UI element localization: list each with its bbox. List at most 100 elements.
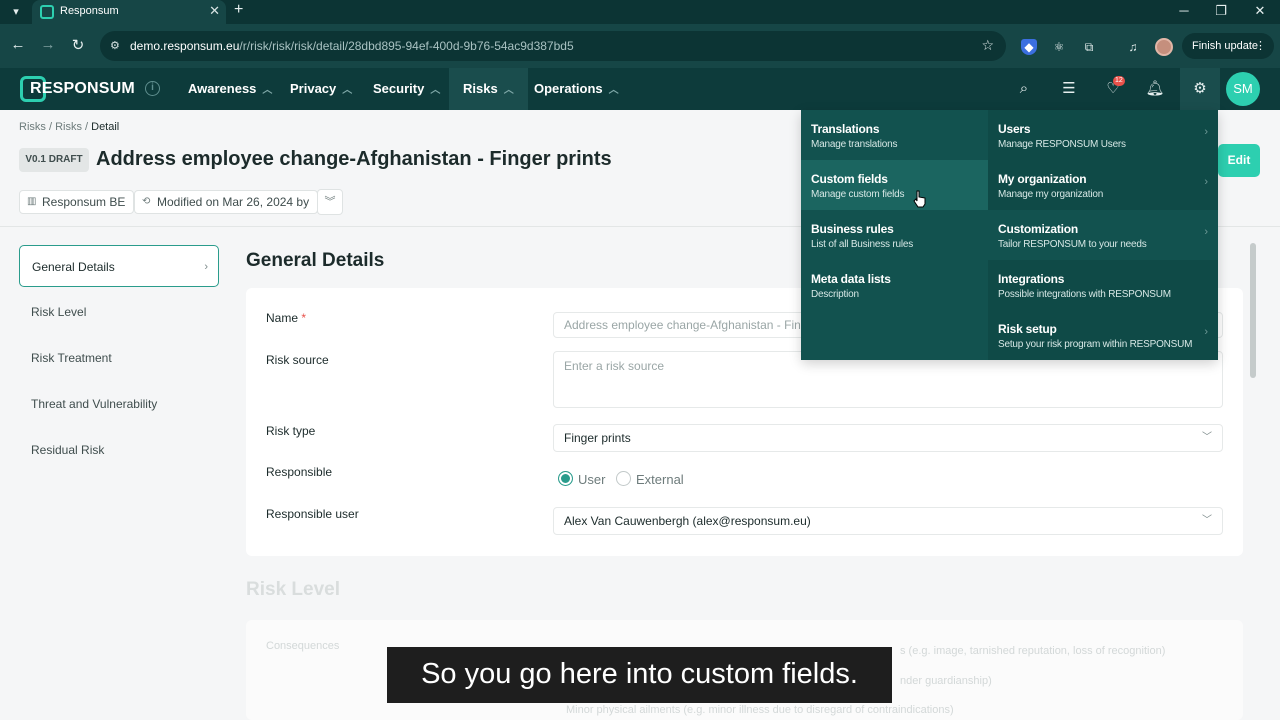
chevron-up-icon: ︿ [608, 85, 619, 96]
risk-source-label: Risk source [266, 353, 329, 367]
chevron-right-icon: › [1204, 176, 1208, 188]
chevron-right-icon: › [1204, 126, 1208, 138]
back-icon[interactable]: ← [8, 36, 28, 53]
tab-close-icon[interactable]: ✕ [209, 3, 220, 19]
app-header: RESPONSUM i Awareness ︿ Privacy ︿ Security… [0, 68, 1280, 110]
page-scrollbar[interactable] [1250, 243, 1256, 378]
menu-item-meta-data-lists[interactable]: Meta data lists Description [801, 260, 988, 310]
info-icon[interactable]: i [145, 81, 160, 96]
consequences-label: Consequences [266, 640, 340, 652]
bookmark-star-icon[interactable]: ☆ [981, 37, 994, 54]
sidebar-item-threat-vulnerability[interactable]: Threat and Vulnerability [19, 383, 219, 425]
menu-risks[interactable]: Risks ︿ [449, 68, 528, 110]
modified-chip: ⟲ Modified on Mar 26, 2024 by [134, 190, 319, 214]
breadcrumb-risks-2[interactable]: Risks [55, 121, 82, 133]
owner-chip[interactable]: ▥ Responsum BE [19, 190, 135, 214]
react-extension-icon[interactable]: ⚛ [1051, 39, 1067, 55]
bitwarden-extension-icon[interactable]: ◆ [1021, 39, 1037, 55]
sidebar-item-risk-level[interactable]: Risk Level [19, 291, 219, 333]
risk-type-select[interactable]: Finger prints ﹀ [553, 424, 1223, 452]
breadcrumb-risks[interactable]: Risks [19, 121, 46, 133]
browser-tab-bar: ▾ Responsum ✕ + ─ ❐ ✕ [0, 0, 1280, 24]
address-bar[interactable]: ⚙ demo.responsum.eu/r/risk/risk/risk/det… [100, 31, 1006, 61]
notification-count-badge: 12 [1113, 76, 1125, 86]
url-text[interactable]: demo.responsum.eu/r/risk/risk/risk/detai… [130, 39, 574, 53]
search-icon[interactable]: ⌕ [1014, 79, 1034, 99]
menu-item-customization[interactable]: Customization Tailor RESPONSUM to your n… [988, 210, 1218, 260]
media-controls-icon[interactable]: ♫ [1125, 39, 1141, 55]
extensions-puzzle-icon[interactable]: ⧉ [1081, 39, 1097, 55]
breadcrumb-detail: Detail [91, 121, 120, 133]
restore-icon[interactable]: ❐ [1211, 3, 1231, 19]
chevron-up-icon: ︿ [503, 85, 514, 96]
page-title: Address employee change-Afghanistan - Fi… [96, 148, 612, 170]
chevron-up-icon: ︿ [430, 85, 441, 96]
menu-operations[interactable]: Operations ︿ [520, 68, 633, 110]
radio-user[interactable] [558, 471, 573, 486]
responsible-user-label: Responsible user [266, 507, 359, 521]
name-label: Name * [266, 311, 307, 325]
history-icon: ⟲ [142, 196, 151, 207]
new-tab-icon[interactable]: + [234, 1, 243, 19]
radio-external[interactable] [616, 471, 631, 486]
tab-title: Responsum [60, 5, 119, 17]
browser-profile-avatar[interactable] [1155, 38, 1173, 56]
menu-item-integrations[interactable]: Integrations Possible integrations with … [988, 260, 1218, 310]
radio-external-label[interactable]: External [636, 472, 684, 487]
responsible-user-select[interactable]: Alex Van Cauwenbergh (alex@responsum.eu)… [553, 507, 1223, 535]
responsum-favicon-icon [40, 5, 54, 19]
video-caption: So you go here into custom fields. [387, 647, 892, 703]
responsible-label: Responsible [266, 465, 333, 479]
site-info-icon[interactable]: ⚙ [110, 39, 124, 53]
chevron-down-icon: ﹀ [1202, 432, 1212, 443]
bell-icon[interactable]: 🔔︎ [1145, 79, 1165, 99]
building-icon: ▥ [27, 196, 37, 207]
chevron-down-icon: ﹀ [1202, 515, 1212, 526]
menu-item-risk-setup[interactable]: Risk setup Setup your risk program withi… [988, 310, 1218, 360]
tab-search-chevron-icon[interactable]: ▾ [6, 2, 26, 22]
expand-meta-button[interactable]: ︾ [317, 189, 343, 215]
menu-item-users[interactable]: Users Manage RESPONSUM Users › [988, 110, 1218, 160]
version-badge: V0.1 DRAFT [19, 148, 89, 172]
chevron-up-icon: ︿ [342, 85, 353, 96]
settings-right-column: Users Manage RESPONSUM Users › My organi… [988, 110, 1218, 360]
menu-privacy[interactable]: Privacy ︿ [276, 68, 366, 110]
logo-text: RESPONSUM [30, 80, 135, 97]
more-menu-icon[interactable]: ⋮ [1255, 33, 1266, 59]
sidebar-item-general-details[interactable]: General Details › [19, 245, 219, 287]
chevron-right-icon: › [1204, 326, 1208, 338]
consequence-option-3[interactable]: Minor physical ailments (e.g. minor illn… [566, 704, 954, 716]
risk-type-label: Risk type [266, 424, 316, 438]
minimize-icon[interactable]: ─ [1174, 3, 1194, 18]
menu-item-business-rules[interactable]: Business rules List of all Business rule… [801, 210, 988, 260]
chevron-right-icon: › [204, 261, 208, 273]
menu-awareness[interactable]: Awareness ︿ [174, 68, 286, 110]
consequence-option-2[interactable]: nder guardianship) [900, 675, 992, 687]
forward-icon[interactable]: → [38, 36, 58, 53]
user-avatar[interactable]: SM [1226, 72, 1260, 106]
settings-left-column: Translations Manage translations Custom … [801, 110, 988, 360]
chevron-up-icon: ︿ [262, 85, 273, 96]
menu-item-my-organization[interactable]: My organization Manage my organization › [988, 160, 1218, 210]
breadcrumb: Risks / Risks / Detail [19, 121, 120, 133]
sidebar-item-residual-risk[interactable]: Residual Risk [19, 429, 219, 471]
settings-dropdown: Translations Manage translations Custom … [801, 110, 1218, 360]
reload-icon[interactable]: ↻ [68, 36, 88, 54]
consequence-option-1[interactable]: s (e.g. image, tarnished reputation, los… [900, 645, 1165, 657]
section-title: General Details [246, 250, 385, 271]
browser-tab[interactable]: Responsum ✕ [32, 0, 226, 24]
edit-button[interactable]: Edit [1218, 144, 1260, 177]
menu-item-custom-fields[interactable]: Custom fields Manage custom fields [801, 160, 988, 210]
gear-icon: ⚙ [1193, 80, 1207, 97]
finish-update-button[interactable]: Finish update ⋮ [1182, 33, 1274, 59]
radio-user-label[interactable]: User [578, 472, 605, 487]
settings-button[interactable]: ⚙ [1180, 68, 1220, 110]
tasks-list-icon[interactable]: ☰ [1059, 79, 1079, 99]
chevron-right-icon: › [1204, 226, 1208, 238]
menu-security[interactable]: Security ︿ [359, 68, 454, 110]
window-close-icon[interactable]: ✕ [1250, 3, 1270, 19]
sidebar-item-risk-treatment[interactable]: Risk Treatment [19, 337, 219, 379]
risk-level-section-title: Risk Level [246, 579, 340, 600]
menu-item-translations[interactable]: Translations Manage translations [801, 110, 988, 160]
browser-toolbar: ← → ↻ ⚙ demo.responsum.eu/r/risk/risk/ri… [0, 24, 1280, 68]
